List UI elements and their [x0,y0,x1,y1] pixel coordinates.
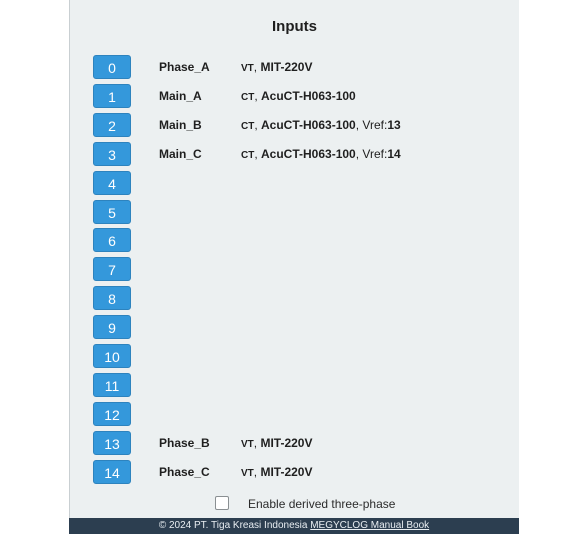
vref-value: 13 [387,117,401,132]
input-row: 3 Main_C CT, AcuCT-H063-100, Vref:14 [70,141,519,166]
input-sensor: CT, AcuCT-H063-100, Vref:13 [241,117,401,132]
sensor-kind: CT [241,149,255,161]
input-name: Phase_B [159,435,210,450]
input-number-button[interactable]: 0 [93,55,131,79]
input-number-button[interactable]: 3 [93,141,131,166]
vref-label: , Vref: [355,146,388,161]
manual-book-link[interactable]: MEGYCLOG Manual Book [310,520,429,531]
sensor-kind: VT [241,63,254,74]
input-number-button[interactable]: 11 [93,372,131,397]
footer-copyright: © 2024 PT. Tiga Kreasi Indonesia [158,520,311,531]
derived-three-phase-label: Enable derived three-phase [248,497,396,511]
input-row: 7 [70,257,519,282]
input-name: Phase_C [159,464,210,479]
input-row: 11 [70,372,519,397]
input-row: 5 [70,199,519,224]
input-name: Main_C [159,146,202,161]
input-number-button[interactable]: 14 [93,459,131,484]
derived-three-phase-checkbox[interactable] [215,496,229,510]
sensor-model: MIT-220V [260,60,313,74]
sensor-model: AcuCT-H063-100 [261,88,356,103]
sensor-kind: VT [241,467,254,479]
input-number-button[interactable]: 4 [93,170,131,195]
input-sensor: CT, AcuCT-H063-100 [241,88,356,103]
input-row: 12 [70,401,519,426]
input-name: Main_A [159,88,202,103]
input-number-button[interactable]: 9 [93,315,131,340]
input-row: 4 [70,170,519,195]
input-number-button[interactable]: 12 [93,401,131,426]
input-sensor: VT, MIT-220V [241,464,313,479]
input-number-button[interactable]: 6 [93,228,131,253]
input-row: 1 Main_A CT, AcuCT-H063-100 [70,83,519,108]
input-number-button[interactable]: 5 [93,199,131,224]
input-row: 14 Phase_C VT, MIT-220V [70,459,519,484]
sensor-kind: CT [241,91,255,103]
input-number-button[interactable]: 7 [93,257,131,282]
sensor-model: MIT-220V [260,435,313,450]
input-number-button[interactable]: 2 [93,112,131,137]
derived-three-phase-option[interactable]: Enable derived three-phase [215,496,455,512]
input-number-button[interactable]: 8 [93,286,131,311]
input-sensor: CT, AcuCT-H063-100, Vref:14 [241,146,401,161]
input-number-button[interactable]: 13 [93,430,131,455]
input-row: 9 [70,315,519,340]
input-number-button[interactable]: 1 [93,83,131,108]
input-row: 2 Main_B CT, AcuCT-H063-100, Vref:13 [70,112,519,137]
input-row: 10 [70,344,519,368]
input-row: 6 [70,228,519,253]
input-row: 0 Phase_A VT, MIT-220V [70,55,519,79]
vref-label: , Vref: [355,117,388,132]
sensor-kind: CT [241,120,255,132]
input-sensor: VT, MIT-220V [241,60,313,74]
sensor-model: AcuCT-H063-100 [261,117,356,132]
sensor-model: AcuCT-H063-100 [261,146,356,161]
input-name: Phase_A [159,60,210,74]
footer: © 2024 PT. Tiga Kreasi Indonesia MEGYCLO… [69,518,519,534]
input-sensor: VT, MIT-220V [241,435,313,450]
input-row: 13 Phase_B VT, MIT-220V [70,430,519,455]
inputs-title: Inputs [272,18,317,35]
vref-value: 14 [387,146,401,161]
sensor-model: MIT-220V [260,464,313,479]
input-name: Main_B [159,117,202,132]
sensor-kind: VT [241,438,254,450]
input-number-button[interactable]: 10 [93,344,131,368]
input-row: 8 [70,286,519,311]
inputs-panel: Inputs 0 Phase_A VT, MIT-220V 1 Main_A CT, Ac… [69,0,519,518]
